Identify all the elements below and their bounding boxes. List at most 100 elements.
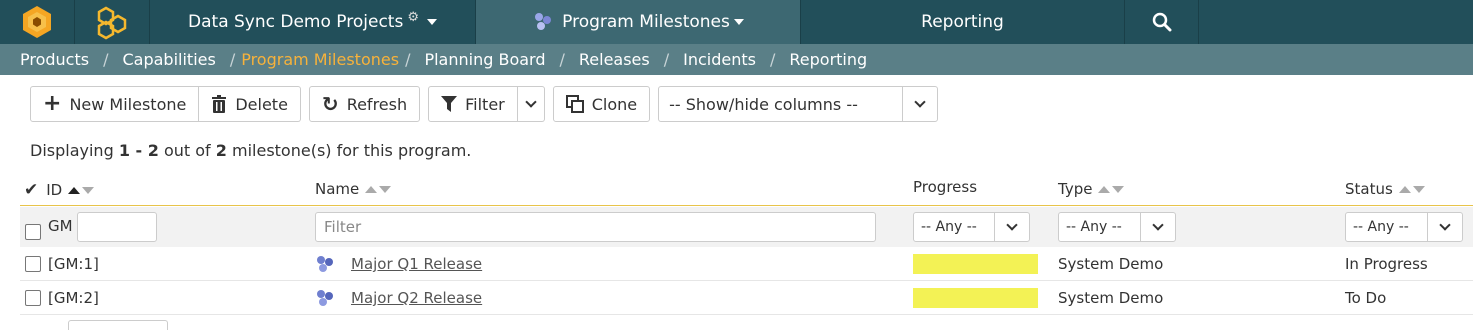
row-checkbox[interactable] bbox=[25, 256, 41, 272]
chevron-down-icon bbox=[1428, 213, 1462, 241]
plus-icon: + bbox=[43, 91, 62, 116]
name-header: Name bbox=[315, 180, 392, 198]
status-header: Status bbox=[1345, 180, 1425, 198]
milestone-icon bbox=[317, 290, 333, 306]
results-summary: Displaying 1 - 2 out of 2 milestone(s) f… bbox=[30, 141, 471, 160]
filter-row: GM Filter -- Any -- -- Any -- -- Any -- bbox=[20, 207, 1473, 247]
milestone-name-link[interactable]: Major Q1 Release bbox=[351, 255, 482, 273]
table-row: [GM:2] Major Q2 Release System Demo To D… bbox=[20, 281, 1473, 315]
row-status: In Progress bbox=[1345, 255, 1428, 273]
summary-total: 2 bbox=[215, 141, 227, 160]
refresh-label: Refresh bbox=[346, 94, 408, 114]
header-id[interactable]: ID bbox=[46, 181, 62, 199]
chevron-down-icon bbox=[903, 87, 937, 121]
header-type[interactable]: Type bbox=[1058, 180, 1092, 198]
header-status[interactable]: Status bbox=[1345, 180, 1393, 198]
show-hide-columns-value: -- Show/hide columns -- bbox=[659, 87, 904, 121]
sort-icons[interactable] bbox=[1398, 185, 1425, 193]
subnav-separator: / bbox=[405, 50, 411, 69]
nav-program-milestones[interactable]: Program Milestones bbox=[476, 0, 801, 44]
refresh-button[interactable]: ↻ Refresh bbox=[308, 86, 421, 122]
name-filter-input[interactable]: Filter bbox=[315, 212, 876, 242]
gear-icon[interactable]: ⚙ bbox=[407, 10, 419, 25]
type-filter-select[interactable]: -- Any -- bbox=[1058, 212, 1176, 242]
chevron-down-icon bbox=[1141, 213, 1175, 241]
row-checkbox[interactable] bbox=[25, 290, 41, 306]
sort-desc-icon[interactable] bbox=[1412, 185, 1425, 193]
search-icon bbox=[1152, 12, 1171, 32]
products-menu-button[interactable] bbox=[75, 0, 150, 44]
checkmark-icon[interactable]: ✔ bbox=[24, 180, 38, 200]
top-nav: Data Sync Demo Projects ⚙ Program Milest… bbox=[0, 0, 1473, 44]
app-logo[interactable] bbox=[0, 0, 75, 44]
subnav-releases[interactable]: Releases bbox=[579, 50, 650, 69]
sort-asc-icon[interactable] bbox=[365, 185, 378, 193]
table-header: ✔ ID Name Progress Type Status bbox=[20, 174, 1473, 206]
row-type: System Demo bbox=[1058, 289, 1164, 307]
nav-reporting[interactable]: Reporting bbox=[801, 0, 1125, 44]
progress-bar bbox=[913, 254, 1038, 274]
summary-mid: out of bbox=[163, 141, 211, 160]
show-hide-columns-select[interactable]: -- Show/hide columns -- bbox=[658, 86, 939, 122]
filter-group: Filter bbox=[428, 86, 545, 122]
project-selector[interactable]: Data Sync Demo Projects ⚙ bbox=[150, 0, 476, 44]
app-logo-icon bbox=[23, 6, 51, 38]
subnav-products[interactable]: Products bbox=[20, 50, 89, 69]
summary-range: 1 - 2 bbox=[118, 141, 159, 160]
row-status: To Do bbox=[1345, 289, 1387, 307]
filter-icon bbox=[441, 96, 458, 112]
status-filter-select[interactable]: -- Any -- bbox=[1345, 212, 1463, 242]
sort-icons[interactable] bbox=[1098, 185, 1125, 193]
project-name: Data Sync Demo Projects bbox=[188, 12, 404, 32]
milestone-icon bbox=[317, 256, 333, 272]
subnav-reporting[interactable]: Reporting bbox=[789, 50, 867, 69]
progress-filter-select[interactable]: -- Any -- bbox=[913, 212, 1030, 242]
sort-icons[interactable] bbox=[365, 185, 392, 193]
clone-button[interactable]: Clone bbox=[552, 86, 651, 122]
subnav-separator: / bbox=[103, 50, 109, 69]
type-filter-value: -- Any -- bbox=[1059, 213, 1141, 241]
type-header: Type bbox=[1058, 180, 1125, 198]
chevron-down-icon bbox=[525, 96, 537, 108]
trash-icon bbox=[212, 95, 227, 113]
progress-filter-value: -- Any -- bbox=[914, 213, 995, 241]
id-filter-input[interactable] bbox=[77, 212, 157, 242]
clone-label: Clone bbox=[591, 94, 638, 114]
sort-desc-icon[interactable] bbox=[82, 186, 95, 194]
delete-label: Delete bbox=[235, 94, 288, 114]
nav-reporting-label: Reporting bbox=[921, 12, 1004, 32]
toolbar: + New Milestone Delete ↻ Refresh Filter bbox=[30, 86, 939, 122]
sort-asc-icon[interactable] bbox=[68, 186, 81, 194]
sort-asc-icon[interactable] bbox=[1098, 185, 1111, 193]
subnav-separator: / bbox=[229, 50, 236, 69]
summary-suffix: milestone(s) for this program. bbox=[232, 141, 472, 160]
refresh-icon: ↻ bbox=[321, 92, 339, 116]
subnav-incidents[interactable]: Incidents bbox=[683, 50, 756, 69]
row-id: [GM:2] bbox=[48, 289, 99, 307]
subnav-planning-board[interactable]: Planning Board bbox=[424, 50, 545, 69]
sort-icons[interactable] bbox=[68, 186, 95, 194]
chevron-down-icon bbox=[995, 213, 1029, 241]
table-row: [GM:1] Major Q1 Release System Demo In P… bbox=[20, 247, 1473, 281]
sort-desc-icon[interactable] bbox=[379, 185, 392, 193]
milestone-name-link[interactable]: Major Q2 Release bbox=[351, 289, 482, 307]
progress-bar bbox=[913, 288, 1038, 308]
header-name[interactable]: Name bbox=[315, 180, 359, 198]
header-progress: Progress bbox=[913, 178, 978, 196]
filter-dropdown-button[interactable] bbox=[517, 86, 545, 122]
delete-button[interactable]: Delete bbox=[199, 86, 301, 122]
subnav-capabilities[interactable]: Capabilities bbox=[122, 50, 215, 69]
search-button[interactable] bbox=[1125, 0, 1199, 44]
new-milestone-label: New Milestone bbox=[69, 94, 187, 114]
status-filter-value: -- Any -- bbox=[1346, 213, 1428, 241]
sort-asc-icon[interactable] bbox=[1398, 185, 1411, 193]
hexagons-icon bbox=[97, 6, 127, 40]
select-all-header[interactable]: ✔ ID bbox=[24, 180, 95, 200]
pagination-control[interactable] bbox=[68, 320, 168, 330]
filter-label: Filter bbox=[465, 94, 505, 114]
new-milestone-button[interactable]: + New Milestone bbox=[30, 86, 200, 122]
sort-desc-icon[interactable] bbox=[1112, 185, 1125, 193]
filter-button[interactable]: Filter bbox=[428, 86, 518, 122]
select-all-checkbox[interactable] bbox=[25, 224, 41, 240]
subnav-program-milestones[interactable]: Program Milestones bbox=[241, 50, 399, 69]
